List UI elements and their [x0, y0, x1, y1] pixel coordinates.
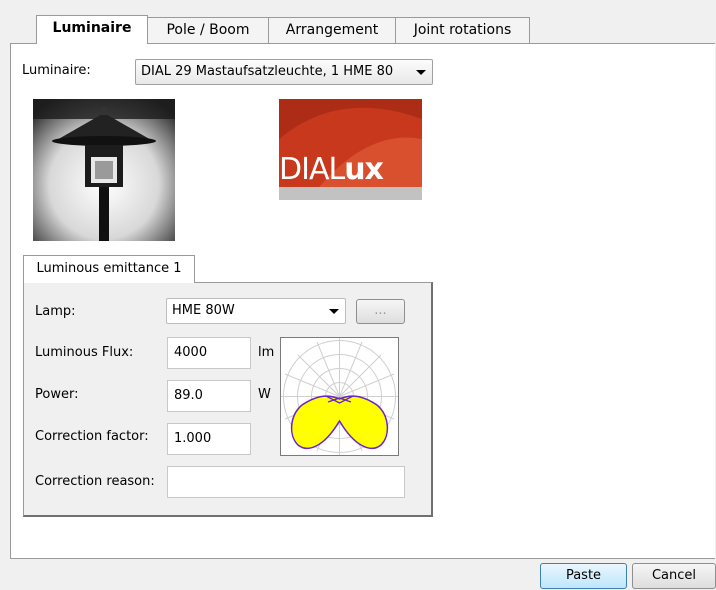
logo-text-bold: ux: [344, 152, 384, 187]
correction-reason-input[interactable]: [167, 466, 405, 498]
logo-stripe: [279, 187, 422, 200]
tab-luminous-emittance[interactable]: Luminous emittance 1: [23, 255, 195, 283]
tab-pole-boom[interactable]: Pole / Boom: [147, 17, 269, 43]
dialux-logo: DIALux: [279, 99, 422, 241]
chevron-down-icon: [329, 309, 339, 314]
lamp-select-value: HME 80W: [172, 303, 235, 318]
luminaire-select[interactable]: DIAL 29 Mastaufsatzleuchte, 1 HME 80: [135, 59, 433, 85]
lamp-select[interactable]: HME 80W: [166, 298, 346, 324]
logo-text-light: DIAL: [279, 152, 345, 187]
paste-button[interactable]: Paste: [540, 563, 627, 589]
correction-factor-input[interactable]: 1.000: [167, 423, 251, 455]
luminaire-photo: [33, 99, 175, 241]
power-unit: W: [258, 387, 271, 402]
luminaire-select-value: DIAL 29 Mastaufsatzleuchte, 1 HME 80: [141, 64, 394, 79]
power-label: Power:: [35, 387, 79, 402]
logo-wordmark: DIALux: [279, 152, 384, 188]
chevron-down-icon: [416, 70, 426, 75]
luminaire-label: Luminaire:: [22, 63, 91, 78]
lamp-label: Lamp:: [35, 304, 76, 319]
correction-factor-label: Correction factor:: [35, 429, 149, 444]
lamp-browse-button[interactable]: ...: [356, 299, 405, 324]
light-distribution-diagram: [280, 337, 399, 456]
power-input[interactable]: 89.0: [167, 380, 251, 412]
flux-unit: lm: [258, 345, 275, 360]
cancel-button[interactable]: Cancel: [632, 563, 716, 589]
flux-label: Luminous Flux:: [35, 345, 134, 360]
tab-luminaire[interactable]: Luminaire: [36, 15, 148, 44]
flux-input[interactable]: 4000: [167, 337, 251, 369]
tab-bar: Luminaire Pole / Boom Arrangement Joint …: [0, 0, 716, 44]
tab-joint-rotations[interactable]: Joint rotations: [395, 17, 530, 43]
tab-arrangement[interactable]: Arrangement: [268, 17, 396, 43]
correction-reason-label: Correction reason:: [35, 474, 155, 489]
